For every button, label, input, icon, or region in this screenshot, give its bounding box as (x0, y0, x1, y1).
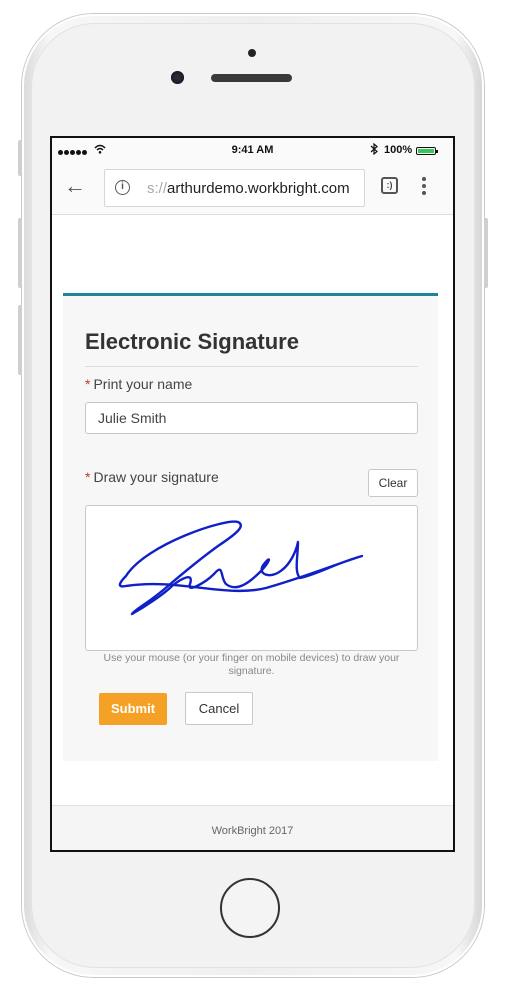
battery-level (418, 149, 434, 153)
clear-button[interactable]: Clear (368, 469, 418, 497)
volume-up-button (18, 218, 22, 288)
name-input[interactable] (85, 402, 418, 434)
address-bar[interactable]: i s://arthurdemo.workbright.com (104, 169, 365, 207)
form-title: Electronic Signature (85, 329, 299, 354)
bluetooth-icon (370, 143, 378, 155)
browser-toolbar: ← i s://arthurdemo.workbright.com :) (52, 164, 453, 215)
more-vertical-icon[interactable] (422, 177, 428, 198)
web-page: Electronic Signature *Print your name *D… (52, 215, 453, 805)
signature-drawing (118, 520, 364, 616)
tab-switcher-icon[interactable]: :) (381, 177, 398, 194)
mute-switch (18, 140, 22, 176)
battery-icon (416, 147, 438, 155)
phone-screen: 9:41 AM 100% ← i s://arthurdemo.workbrig… (50, 136, 455, 852)
signature-form: Electronic Signature *Print your name *D… (63, 293, 438, 761)
cancel-button[interactable]: Cancel (185, 692, 253, 725)
required-marker: * (85, 376, 91, 392)
signature-label: Draw your signature (93, 469, 219, 485)
home-button[interactable] (220, 878, 280, 938)
earpiece-speaker (211, 74, 292, 82)
signature-hint: Use your mouse (or your finger on mobile… (103, 652, 400, 677)
power-button (484, 218, 488, 288)
volume-down-button (18, 305, 22, 375)
url-host: arthurdemo.workbright.com (167, 180, 350, 197)
back-arrow-icon[interactable]: ← (64, 174, 86, 198)
status-bar: 9:41 AM 100% (52, 138, 453, 164)
signature-label-row: * Draw your signature (85, 469, 219, 485)
title-divider (85, 366, 418, 367)
front-camera (171, 71, 184, 84)
name-label-row: * Print your name (85, 376, 192, 392)
proximity-sensor (248, 49, 256, 57)
battery-percent: 100% (384, 144, 413, 156)
page-footer: WorkBright 2017 (52, 805, 453, 850)
url-text: s://arthurdemo.workbright.com (147, 180, 350, 197)
submit-button[interactable]: Submit (99, 693, 167, 725)
required-marker: * (85, 469, 91, 485)
name-label: Print your name (93, 376, 193, 392)
signature-stroke (118, 520, 364, 616)
url-prefix: s:// (147, 180, 168, 197)
info-icon[interactable]: i (115, 180, 130, 195)
signature-pad[interactable] (85, 505, 418, 651)
